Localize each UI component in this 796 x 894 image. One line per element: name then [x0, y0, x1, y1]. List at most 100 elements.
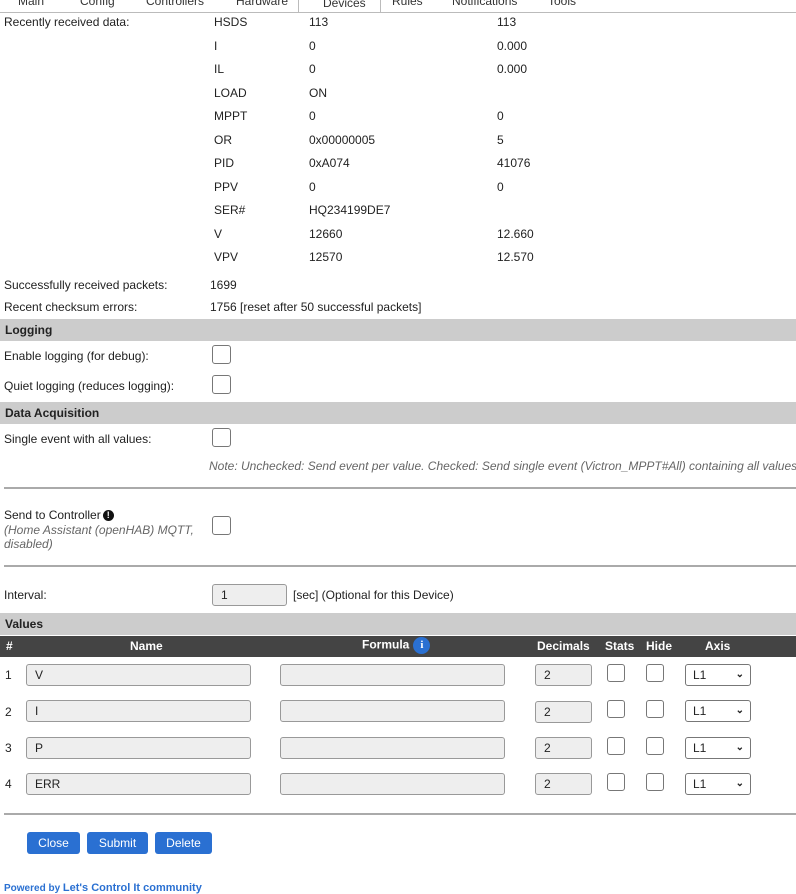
value-decimals-input[interactable]: 2	[535, 701, 592, 723]
received-key: LOAD	[214, 86, 247, 100]
received-packets-label: Successfully received packets:	[4, 278, 168, 292]
interval-unit: [sec] (Optional for this Device)	[293, 588, 454, 602]
info-icon[interactable]: i	[413, 637, 431, 654]
col-formula: Formula i	[362, 637, 431, 654]
logging-section-header: Logging	[0, 319, 796, 341]
received-key: VPV	[214, 250, 239, 264]
single-event-note: Note: Unchecked: Send event per value. C…	[209, 459, 796, 473]
received-key: V	[214, 227, 223, 241]
tab-notifications[interactable]: Notifications	[452, 0, 517, 8]
footer: Powered by Let's Control It community	[4, 882, 202, 894]
value-decimals-input[interactable]: 2	[535, 664, 592, 686]
value-decimals-input[interactable]: 2	[535, 737, 592, 759]
tab-main[interactable]: Main	[18, 0, 44, 8]
value-stats-checkbox[interactable]	[607, 773, 625, 791]
received-raw: 0	[309, 62, 316, 76]
quiet-logging-label: Quiet logging (reduces logging):	[4, 379, 175, 393]
received-raw: 0	[309, 180, 316, 194]
footer-prefix: Powered by	[4, 883, 61, 894]
chevron-down-icon: ⌄	[735, 742, 744, 753]
chevron-down-icon: ⌄	[735, 669, 744, 680]
value-axis-select[interactable]: L1 ⌄	[685, 700, 751, 722]
checksum-errors-value: 1756 [reset after 50 successful packets]	[210, 300, 422, 314]
tab-config[interactable]: Config	[80, 0, 115, 8]
divider	[4, 565, 796, 567]
value-row-num: 4	[5, 777, 12, 791]
close-button[interactable]: Close	[27, 832, 80, 854]
col-axis: Axis	[705, 639, 731, 653]
value-decimals-input[interactable]: 2	[535, 773, 592, 795]
value-formula-input[interactable]	[280, 700, 505, 722]
value-name-input[interactable]: ERR	[26, 773, 251, 795]
submit-button[interactable]: Submit	[87, 832, 148, 854]
tab-controllers[interactable]: Controllers	[146, 0, 204, 8]
value-hide-checkbox[interactable]	[646, 664, 664, 682]
value-formula-input[interactable]	[280, 664, 505, 686]
received-value: 0.000	[497, 39, 528, 53]
tab-devices[interactable]: Devices	[298, 0, 381, 12]
delete-button[interactable]: Delete	[155, 832, 212, 854]
received-key: MPPT	[214, 109, 248, 123]
value-row-num: 3	[5, 741, 12, 755]
footer-link[interactable]: Let's Control It community	[63, 882, 202, 894]
col-hide: Hide	[646, 639, 673, 653]
tab-rules[interactable]: Rules	[392, 0, 423, 8]
received-value: 0.000	[497, 62, 528, 76]
value-hide-checkbox[interactable]	[646, 700, 664, 718]
tab-tools[interactable]: Tools	[548, 0, 576, 8]
value-axis-select[interactable]: L1 ⌄	[685, 737, 751, 759]
col-stats: Stats	[605, 639, 635, 653]
chevron-down-icon: ⌄	[735, 778, 744, 789]
received-key: IL	[214, 62, 225, 76]
chevron-down-icon: ⌄	[735, 705, 744, 716]
interval-input[interactable]: 1	[212, 584, 287, 606]
send-to-controller-text: Send to Controller	[4, 508, 101, 522]
value-name-input[interactable]: I	[26, 700, 251, 722]
send-to-controller-checkbox[interactable]	[212, 516, 231, 535]
controller-sublabel: disabled)	[4, 537, 53, 551]
checksum-errors-label: Recent checksum errors:	[4, 300, 138, 314]
received-raw: HQ234199DE7	[309, 203, 391, 217]
received-value: 12.660	[497, 227, 534, 241]
tab-hardware[interactable]: Hardware	[236, 0, 288, 8]
received-packets-value: 1699	[210, 278, 237, 292]
info-exclamation-icon: !	[102, 510, 114, 521]
value-stats-checkbox[interactable]	[607, 664, 625, 682]
value-axis-select[interactable]: L1 ⌄	[685, 664, 751, 686]
value-axis-selected: L1	[693, 704, 707, 718]
received-value: 113	[497, 15, 517, 29]
value-name-input[interactable]: V	[26, 664, 251, 686]
received-raw: 0xA074	[309, 156, 350, 170]
single-event-label: Single event with all values:	[4, 432, 152, 446]
received-value: 0	[497, 180, 504, 194]
controller-sublabel: (Home Assistant (openHAB) MQTT,	[4, 523, 194, 537]
col-decimals: Decimals	[537, 639, 590, 653]
value-hide-checkbox[interactable]	[646, 773, 664, 791]
received-data-label: Recently received data:	[4, 15, 130, 29]
value-stats-checkbox[interactable]	[607, 737, 625, 755]
received-value: 41076	[497, 156, 531, 170]
value-row-num: 1	[5, 668, 12, 682]
divider	[4, 487, 796, 489]
data-acquisition-section-header: Data Acquisition	[0, 402, 796, 424]
value-formula-input[interactable]	[280, 737, 505, 759]
received-value: 0	[497, 109, 504, 123]
enable-logging-checkbox[interactable]	[212, 345, 231, 364]
received-raw: 0	[309, 109, 316, 123]
value-row-num: 2	[5, 705, 12, 719]
quiet-logging-checkbox[interactable]	[212, 375, 231, 394]
received-raw: 113	[309, 15, 329, 29]
value-stats-checkbox[interactable]	[607, 700, 625, 718]
value-name-input[interactable]: P	[26, 737, 251, 759]
divider	[4, 813, 796, 815]
value-hide-checkbox[interactable]	[646, 737, 664, 755]
value-axis-selected: L1	[693, 668, 707, 682]
values-section-header: Values	[0, 613, 796, 635]
received-raw: 12660	[309, 227, 343, 241]
value-axis-select[interactable]: L1 ⌄	[685, 773, 751, 795]
received-key: HSDS	[214, 15, 248, 29]
value-formula-input[interactable]	[280, 773, 505, 795]
single-event-checkbox[interactable]	[212, 428, 231, 447]
received-key: SER#	[214, 203, 246, 217]
send-to-controller-label: Send to Controller!	[4, 508, 114, 522]
